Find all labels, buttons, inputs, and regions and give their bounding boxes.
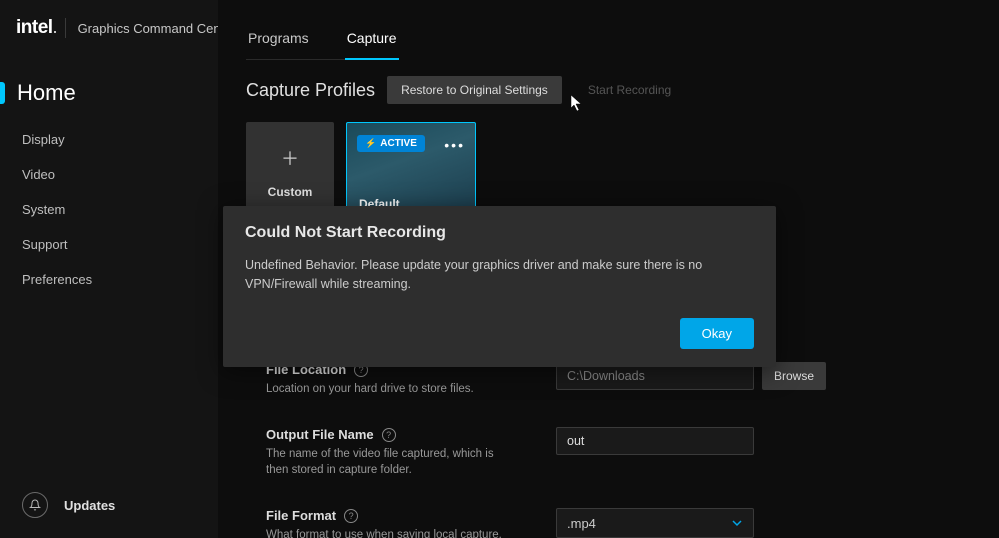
capture-section: Capture Profiles Restore to Original Set… xyxy=(246,76,999,222)
sidebar-item-video[interactable]: Video xyxy=(0,159,218,190)
form-area: File Location ? Location on your hard dr… xyxy=(266,362,951,538)
error-modal: Could Not Start Recording Undefined Beha… xyxy=(223,206,776,367)
updates-label: Updates xyxy=(64,498,115,513)
start-recording-button[interactable]: Start Recording xyxy=(574,76,685,104)
modal-body: Undefined Behavior. Please update your g… xyxy=(245,256,754,294)
custom-label: Custom xyxy=(268,185,313,199)
tab-capture[interactable]: Capture xyxy=(345,24,399,60)
output-name-desc: The name of the video file captured, whi… xyxy=(266,446,506,478)
file-format-row: File Format ? What format to use when sa… xyxy=(266,508,951,538)
help-icon[interactable]: ? xyxy=(344,509,358,523)
file-location-row: File Location ? Location on your hard dr… xyxy=(266,362,951,397)
intel-logo: intel xyxy=(16,17,53,39)
file-format-value: .mp4 xyxy=(567,516,596,531)
output-name-row: Output File Name ? The name of the video… xyxy=(266,427,951,478)
file-format-title: File Format xyxy=(266,508,336,523)
sidebar: Home Display Video System Support Prefer… xyxy=(0,56,218,538)
sidebar-updates[interactable]: Updates xyxy=(0,492,115,518)
file-location-desc: Location on your hard drive to store fil… xyxy=(266,381,506,397)
active-indicator xyxy=(0,82,5,104)
section-title: Capture Profiles xyxy=(246,80,375,101)
divider xyxy=(65,18,66,38)
sidebar-item-preferences[interactable]: Preferences xyxy=(0,264,218,295)
home-label: Home xyxy=(17,80,76,106)
sidebar-home[interactable]: Home xyxy=(0,80,218,124)
app-name: Graphics Command Center xyxy=(78,21,236,36)
output-name-title: Output File Name xyxy=(266,427,374,442)
restore-settings-button[interactable]: Restore to Original Settings xyxy=(387,76,562,104)
okay-button[interactable]: Okay xyxy=(680,318,754,349)
file-format-select[interactable]: .mp4 xyxy=(556,508,754,538)
modal-title: Could Not Start Recording xyxy=(245,224,754,242)
sidebar-item-support[interactable]: Support xyxy=(0,229,218,260)
active-badge-text: ACTIVE xyxy=(380,138,417,149)
output-name-input[interactable] xyxy=(556,427,754,455)
tab-programs[interactable]: Programs xyxy=(246,24,311,59)
chevron-down-icon xyxy=(731,517,743,529)
main-tabs: Programs Capture xyxy=(246,24,399,60)
section-header: Capture Profiles Restore to Original Set… xyxy=(246,76,999,104)
titlebar-left: intel Graphics Command Center xyxy=(16,17,236,39)
bolt-icon: ⚡ xyxy=(365,138,376,149)
bell-icon xyxy=(22,492,48,518)
help-icon[interactable]: ? xyxy=(382,428,396,442)
plus-icon: ＋ xyxy=(281,145,299,171)
file-format-desc: What format to use when saving local cap… xyxy=(266,527,506,538)
more-icon[interactable]: ••• xyxy=(444,137,465,153)
sidebar-item-display[interactable]: Display xyxy=(0,124,218,155)
sidebar-item-system[interactable]: System xyxy=(0,194,218,225)
active-badge: ⚡ ACTIVE xyxy=(357,135,425,152)
